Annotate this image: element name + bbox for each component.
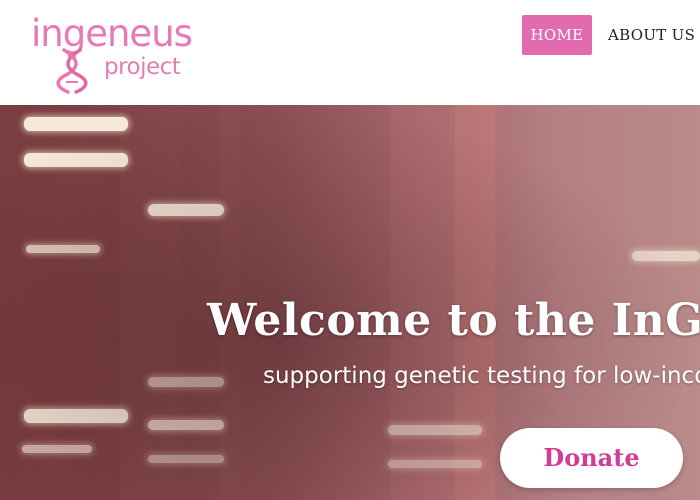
- hero-banner: Welcome to the InGEN supporting genetic …: [0, 105, 700, 500]
- hero-title: Welcome to the InGEN: [207, 295, 700, 346]
- nav-home[interactable]: HOME: [522, 15, 592, 55]
- site-header: ingeneus project HOME ABOUT US: [0, 0, 700, 105]
- dna-helix-icon: [56, 48, 88, 94]
- logo-subword: project: [104, 54, 181, 80]
- hero-subtitle: supporting genetic testing for low-inco: [263, 363, 700, 389]
- nav-about-us[interactable]: ABOUT US: [602, 15, 700, 55]
- ingeneus-logo[interactable]: ingeneus project: [28, 10, 193, 94]
- donate-button[interactable]: Donate: [500, 428, 683, 488]
